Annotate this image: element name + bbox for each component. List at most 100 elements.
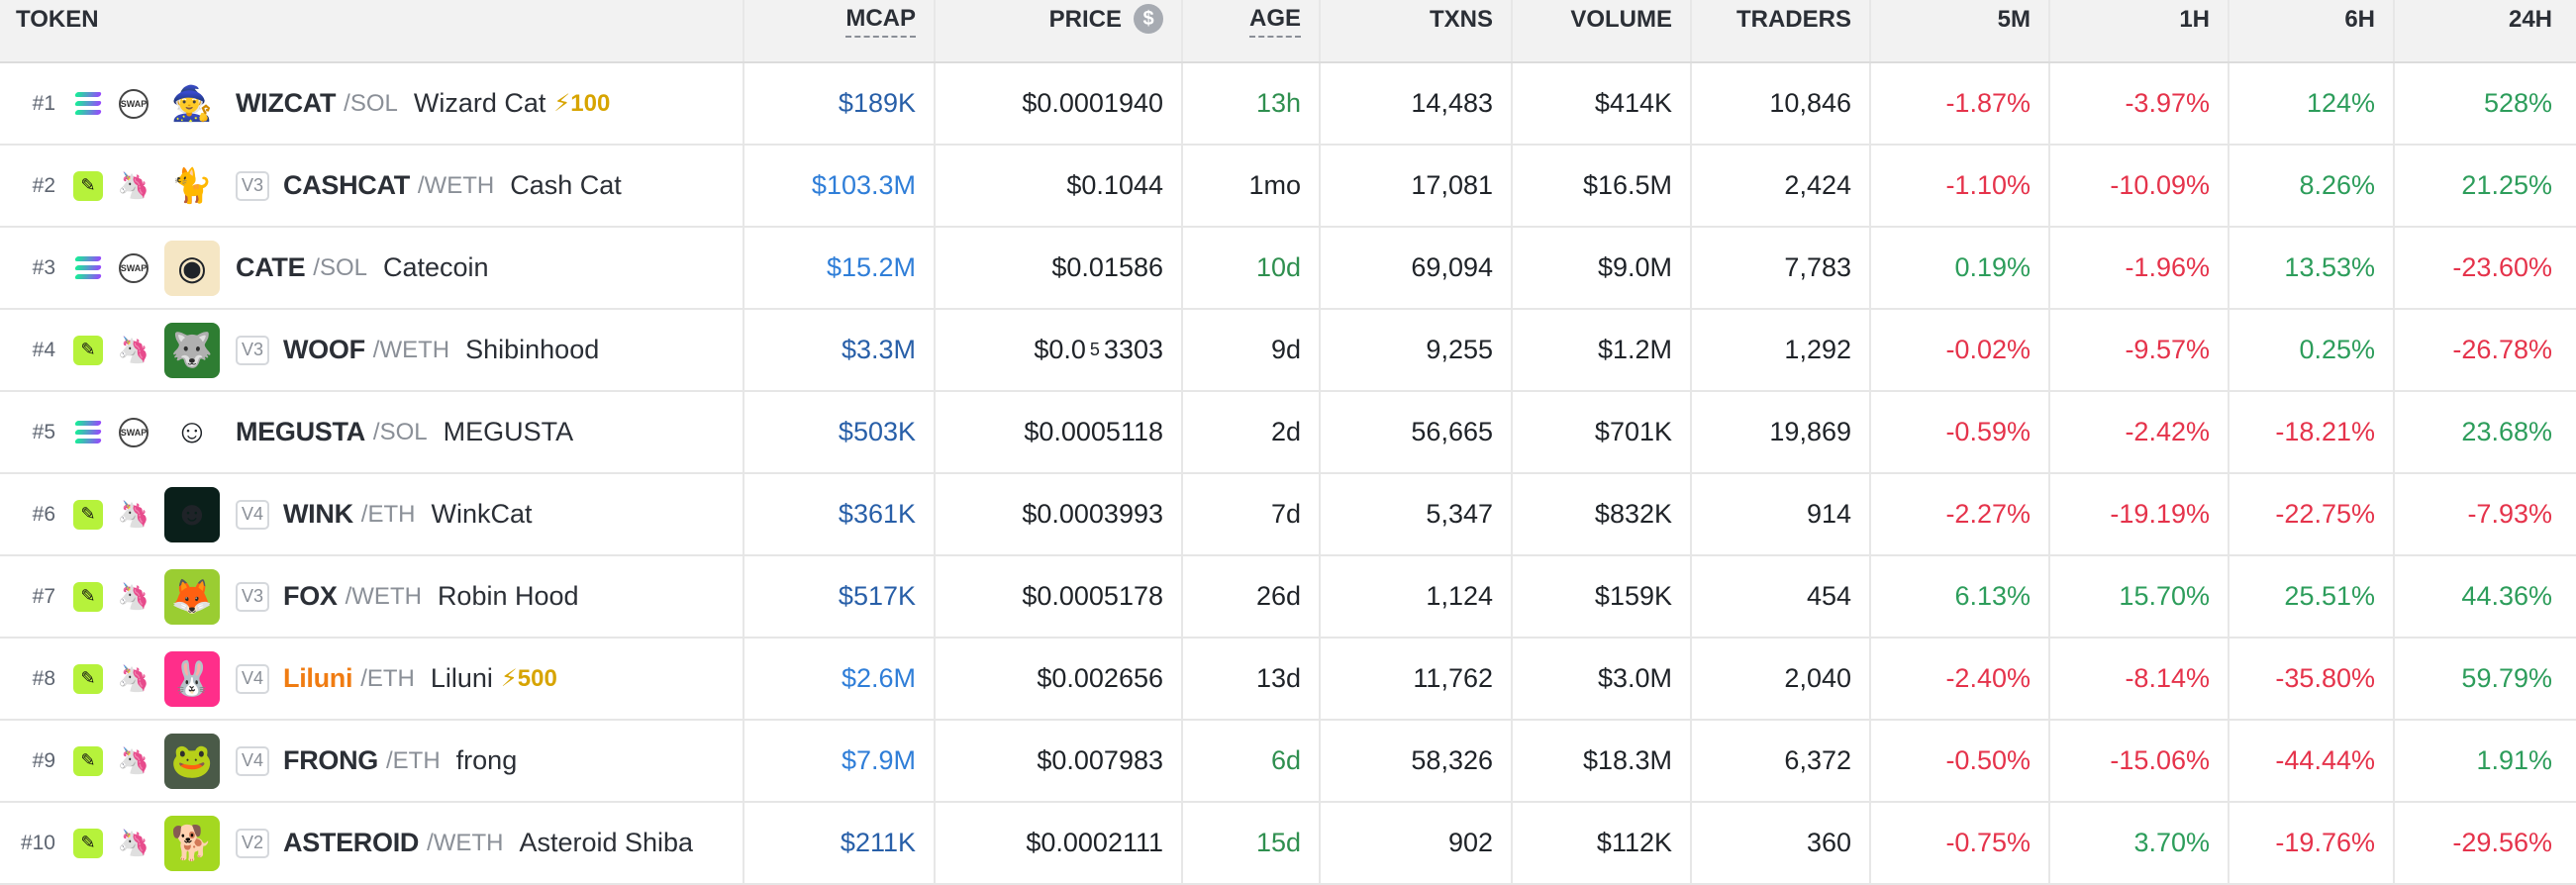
token-cell[interactable]: #7 ✎ 🦄 🦊 V3 FOX/WETH Robin Hood [0,556,744,637]
header-txns[interactable]: TXNS [1321,0,1513,61]
volume-cell: $1.2M [1513,310,1692,390]
quote-symbol: /WETH [427,829,504,856]
token-cell[interactable]: #9 ✎ 🦄 🐸 V4 FRONG/ETH frong [0,721,744,801]
header-token[interactable]: TOKEN [0,0,744,61]
mcap-cell: $2.6M [744,639,936,719]
change-h1-value: -10.09% [2110,170,2210,200]
change-m5: 0.19% [1871,228,2050,308]
change-m5: -2.40% [1871,639,2050,719]
token-symbol[interactable]: FRONG [283,745,378,776]
solana-icon [73,89,103,119]
token-symbol[interactable]: ASTEROID [283,828,419,858]
table-row[interactable]: #2 ✎ 🦄 🐈 V3 CASHCAT/WETH Cash Cat $103.3M $0.104… [0,146,2576,228]
currency-toggle-icon[interactable]: $ [1134,4,1163,34]
token-cell[interactable]: #2 ✎ 🦄 🐈 V3 CASHCAT/WETH Cash Cat [0,146,744,226]
change-h24: 1.91% [2395,721,2576,801]
age-value: 9d [1270,335,1301,364]
header-volume[interactable]: VOLUME [1513,0,1692,61]
token-avatar: ☻ [164,486,220,542]
traders-cell: 19,869 [1692,392,1871,472]
txns-cell: 14,483 [1321,63,1513,144]
header-volume-label: VOLUME [1570,6,1672,33]
txns-cell: 17,081 [1321,146,1513,226]
table-row[interactable]: #7 ✎ 🦄 🦊 V3 FOX/WETH Robin Hood $517K $0.0005178… [0,556,2576,639]
age-value: 1mo [1248,170,1301,200]
header-mcap-label: MCAP [845,6,916,38]
txns-cell: 1,124 [1321,556,1513,637]
mcap-value: $2.6M [841,663,916,693]
change-h1: -15.06% [2050,721,2229,801]
header-price[interactable]: PRICE $ [936,0,1183,61]
header-traders[interactable]: TRADERS [1692,0,1871,61]
change-h6: 25.51% [2229,556,2395,637]
table-row[interactable]: #9 ✎ 🦄 🐸 V4 FRONG/ETH frong $7.9M $0.007983 6d 58,… [0,721,2576,803]
token-cell[interactable]: #3 SWAP ◉ CATE/SOL Catecoin [0,228,744,308]
uniswap-icon: 🦄 [117,170,150,200]
price-value: $0.0002111 [1026,828,1163,857]
token-cell[interactable]: #8 ✎ 🦄 🐰 V4 Liluni/ETH Liluni ⚡500 [0,639,744,719]
rank: #2 [32,173,55,197]
change-h24: 44.36% [2395,556,2576,637]
pool-version-badge: V4 [236,499,269,530]
table-row[interactable]: #5 SWAP ☺ MEGUSTA/SOL MEGUSTA $503K $0.0005118… [0,392,2576,474]
token-symbol[interactable]: FOX [283,581,338,612]
token-avatar: 🧙 [164,75,220,132]
header-6h[interactable]: 6H [2229,0,2395,61]
change-m5: -0.02% [1871,310,2050,390]
change-m5: -0.50% [1871,721,2050,801]
token-symbol[interactable]: CASHCAT [283,170,410,201]
header-1h[interactable]: 1H [2050,0,2229,61]
change-h24-value: -7.93% [2467,499,2552,529]
change-h24: -26.78% [2395,310,2576,390]
token-symbol[interactable]: Liluni [283,663,352,694]
header-5m[interactable]: 5M [1871,0,2050,61]
rank: #1 [32,91,55,115]
swap-icon: SWAP [119,417,149,447]
change-h6-value: -35.80% [2275,663,2375,693]
pool-version-badge: V3 [236,170,269,201]
mcap-cell: $503K [744,392,936,472]
change-h24-value: -29.56% [2452,828,2552,857]
volume-value: $9.0M [1597,252,1672,282]
change-m5-value: -0.50% [1945,745,2031,775]
uniswap-icon: 🦄 [117,581,150,611]
age-value: 7d [1270,499,1301,529]
header-age[interactable]: AGE [1183,0,1321,61]
change-h24: -7.93% [2395,474,2576,554]
change-h24-value: 59.79% [2461,663,2552,693]
token-symbol[interactable]: CATE [236,252,306,283]
table-row[interactable]: #3 SWAP ◉ CATE/SOL Catecoin $15.2M $0.01586 10d… [0,228,2576,310]
token-cell[interactable]: #1 SWAP 🧙 WIZCAT/SOL Wizard Cat ⚡100 [0,63,744,144]
mcap-value: $517K [838,581,916,611]
change-h6: 8.26% [2229,146,2395,226]
change-m5: -1.87% [1871,63,2050,144]
token-symbol[interactable]: WIZCAT [236,88,336,119]
pump-icon: ✎ [73,581,103,612]
change-h24-value: 23.68% [2461,417,2552,446]
token-symbol[interactable]: MEGUSTA [236,417,365,447]
price-cell: $0.0002111 [936,803,1183,883]
mcap-cell: $103.3M [744,146,936,226]
table-row[interactable]: #6 ✎ 🦄 ☻ V4 WINK/ETH WinkCat $361K $0.0003993 7d 5… [0,474,2576,556]
traders-value: 1,292 [1784,335,1851,364]
header-24h[interactable]: 24H [2395,0,2576,61]
table-row[interactable]: #8 ✎ 🦄 🐰 V4 Liluni/ETH Liluni ⚡500 $2.6M $0.00265… [0,639,2576,721]
token-name: frong [455,745,518,775]
token-cell[interactable]: #6 ✎ 🦄 ☻ V4 WINK/ETH WinkCat [0,474,744,554]
token-cell[interactable]: #4 ✎ 🦄 🐺 V3 WOOF/WETH Shibinhood [0,310,744,390]
age-cell: 1mo [1183,146,1321,226]
table-row[interactable]: #1 SWAP 🧙 WIZCAT/SOL Wizard Cat ⚡100 $189K $0.0… [0,63,2576,146]
change-h24: 528% [2395,63,2576,144]
token-avatar: 🐕 [164,815,220,871]
token-name: MEGUSTA [443,417,574,446]
token-symbol[interactable]: WINK [283,499,353,530]
mcap-value: $15.2M [826,252,916,282]
token-cell[interactable]: #10 ✎ 🦄 🐕 V2 ASTEROID/WETH Asteroid Shiba [0,803,744,883]
header-age-label: AGE [1248,6,1301,38]
token-symbol[interactable]: WOOF [283,335,365,365]
token-cell[interactable]: #5 SWAP ☺ MEGUSTA/SOL MEGUSTA [0,392,744,472]
table-row[interactable]: #10 ✎ 🦄 🐕 V2 ASTEROID/WETH Asteroid Shiba $211K… [0,803,2576,885]
price-prefix: $0.0 [1034,335,1086,364]
header-mcap[interactable]: MCAP [744,0,936,61]
table-row[interactable]: #4 ✎ 🦄 🐺 V3 WOOF/WETH Shibinhood $3.3M $0.0 5 3303… [0,310,2576,392]
